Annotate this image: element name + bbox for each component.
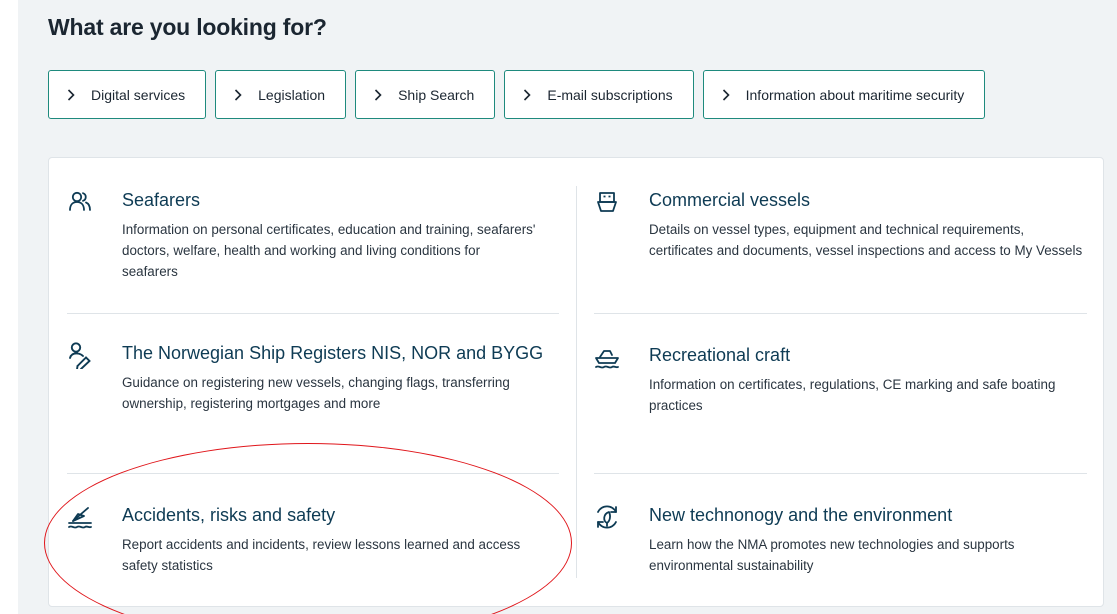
quick-link-label: Information about maritime security <box>745 86 965 103</box>
topic-description: Details on vessel types, equipment and t… <box>649 222 1083 258</box>
topic-description: Information on personal certificates, ed… <box>122 222 536 279</box>
eco-technology-icon <box>593 503 621 531</box>
topic-seafarers[interactable]: Seafarers Information on personal certif… <box>66 188 536 282</box>
quick-link-maritime-security[interactable]: Information about maritime security <box>702 70 986 119</box>
topic-title: New technonogy and the environment <box>649 505 953 525</box>
quick-link-label: Legislation <box>258 86 326 103</box>
chevron-right-icon <box>523 88 533 101</box>
quick-link-email-subscriptions[interactable]: E-mail subscriptions <box>504 70 694 119</box>
column-divider <box>576 186 577 578</box>
quick-links: Digital services Legislation Ship Search… <box>48 70 986 119</box>
topic-recreational-craft[interactable]: Recreational craft Information on certif… <box>593 343 1073 416</box>
topic-commercial-vessels[interactable]: Commercial vessels Details on vessel typ… <box>593 188 1088 261</box>
topic-description: Guidance on registering new vessels, cha… <box>122 375 510 411</box>
topic-title: Accidents, risks and safety <box>122 505 336 525</box>
chevron-right-icon <box>67 88 77 101</box>
quick-link-digital-services[interactable]: Digital services <box>48 70 207 119</box>
topics-card: Seafarers Information on personal certif… <box>48 157 1104 607</box>
chevron-right-icon <box>374 88 384 101</box>
row-divider <box>67 313 559 314</box>
vessel-icon <box>593 188 621 216</box>
topic-description: Learn how the NMA promotes new technolog… <box>649 537 1015 573</box>
quick-link-legislation[interactable]: Legislation <box>215 70 347 119</box>
topic-description: Information on certificates, regulations… <box>649 377 1056 413</box>
quick-link-ship-search[interactable]: Ship Search <box>355 70 496 119</box>
topic-title: Seafarers <box>122 190 201 210</box>
topic-title: Commercial vessels <box>649 190 811 210</box>
chevron-right-icon <box>234 88 244 101</box>
page: What are you looking for? Digital servic… <box>0 0 1117 614</box>
boat-icon <box>593 343 621 371</box>
row-divider <box>594 313 1087 314</box>
chevron-right-icon <box>722 88 732 101</box>
topic-new-technology-environment[interactable]: New technonogy and the environment Learn… <box>593 503 1073 576</box>
topic-description: Report accidents and incidents, review l… <box>122 537 521 573</box>
quick-link-label: Digital services <box>91 86 186 103</box>
topic-accidents-risks-safety[interactable]: Accidents, risks and safety Report accid… <box>66 503 546 576</box>
topic-ship-registers[interactable]: The Norwegian Ship Registers NIS, NOR an… <box>66 341 546 414</box>
topic-title: Recreational craft <box>649 345 791 365</box>
row-divider <box>594 473 1087 474</box>
page-title: What are you looking for? <box>48 14 327 40</box>
people-icon <box>66 188 94 216</box>
quick-link-label: E-mail subscriptions <box>547 86 673 103</box>
topic-title: The Norwegian Ship Registers NIS, NOR an… <box>122 343 544 363</box>
quick-link-label: Ship Search <box>398 86 475 103</box>
row-divider <box>67 473 559 474</box>
person-register-icon <box>66 341 94 369</box>
safety-icon <box>66 503 94 531</box>
